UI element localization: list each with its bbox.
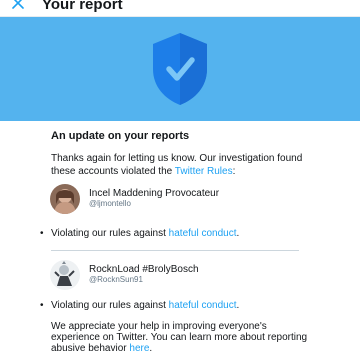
twitter-rules-link[interactable]: Twitter Rules <box>175 166 233 177</box>
closing-end: . <box>149 343 153 354</box>
intro-end: : <box>232 166 236 177</box>
intro-paragraph: Thanks again for letting us know. Our in… <box>51 152 311 178</box>
hero-banner <box>0 17 360 121</box>
bullet: • <box>40 228 44 239</box>
hateful-conduct-link[interactable]: hateful conduct <box>169 300 237 311</box>
violation-item: • Violating our rules against hateful con… <box>40 299 320 312</box>
avatar <box>50 260 80 290</box>
header-bar: Your report <box>0 0 360 17</box>
violation-end: . <box>236 228 240 239</box>
report-heading: An update on your reports <box>51 130 190 142</box>
reported-account[interactable]: RocknLoad #BrolyBosch @RocknSun91 <box>50 260 310 294</box>
account-handle: @RocknSun91 <box>89 275 143 284</box>
divider <box>51 250 299 251</box>
violation-item: • Violating our rules against hateful con… <box>40 227 320 240</box>
avatar <box>50 184 80 214</box>
violation-text: Violating our rules against <box>51 300 169 311</box>
learn-more-link[interactable]: here <box>129 343 149 354</box>
close-icon[interactable] <box>10 0 26 11</box>
closing-text: We appreciate your help in improving eve… <box>51 321 308 354</box>
bullet: • <box>40 300 44 311</box>
report-page: Your report An update on your reports Th… <box>0 0 360 360</box>
closing-paragraph: We appreciate your help in improving eve… <box>51 321 311 354</box>
shield-check-icon <box>149 31 211 107</box>
report-content: An update on your reports Thanks again f… <box>0 121 360 360</box>
violation-text: Violating our rules against <box>51 228 169 239</box>
violation-end: . <box>236 300 240 311</box>
account-handle: @ljmontello <box>89 199 131 208</box>
page-title: Your report <box>42 0 123 13</box>
reported-account[interactable]: Incel Maddening Provocateur @ljmontello <box>50 184 310 218</box>
hateful-conduct-link[interactable]: hateful conduct <box>169 228 237 239</box>
